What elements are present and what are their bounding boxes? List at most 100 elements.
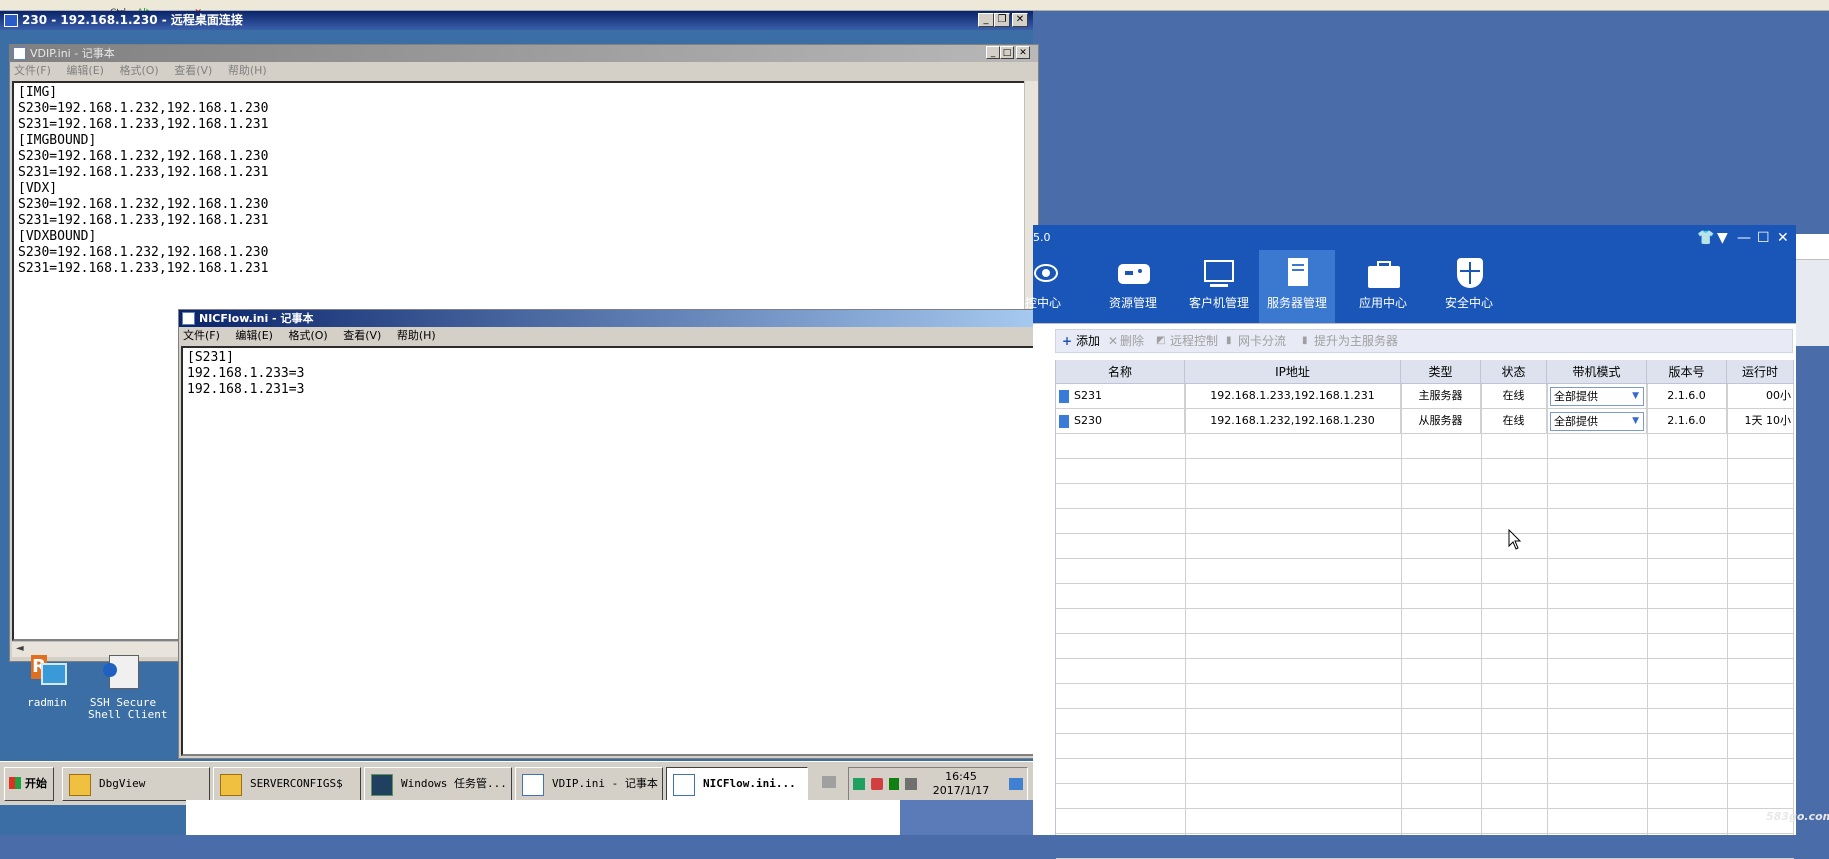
- minimize-button[interactable]: _: [978, 13, 994, 27]
- taskbar-button-vdip[interactable]: VDIP.ini - 记事本: [515, 767, 663, 801]
- remote-desktop-surface: VDIP.ini - 记事本 _ □ ✕ 文件(F) 编辑(E) 格式(O) 查…: [6, 41, 1039, 835]
- shield-icon: [1452, 258, 1486, 288]
- menu-file[interactable]: 文件(F): [14, 64, 51, 77]
- dropdown-menu-icon[interactable]: ▼: [1717, 231, 1728, 245]
- promote-master-button[interactable]: 提升为主服务器: [1314, 330, 1398, 352]
- menu-view[interactable]: 查看(V): [174, 64, 212, 77]
- taskbar-button-serverconfigs[interactable]: SERVERCONFIGS$: [213, 767, 361, 801]
- column-header-mode[interactable]: 带机模式: [1547, 360, 1647, 384]
- column-header-name[interactable]: 名称: [1056, 360, 1185, 384]
- cell-ip: 192.168.1.233,192.168.1.231: [1185, 384, 1401, 409]
- nic-split-button[interactable]: 网卡分流: [1238, 330, 1286, 352]
- mode-select[interactable]: 全部提供 ▼: [1550, 387, 1644, 406]
- cell-ip: 192.168.1.232,192.168.1.230: [1185, 409, 1401, 434]
- mode-select[interactable]: 全部提供 ▼: [1550, 412, 1644, 431]
- column-header-ip[interactable]: IP地址: [1185, 360, 1401, 384]
- taskbar-label: NICFlow.ini...: [703, 777, 796, 790]
- maximize-icon[interactable]: ☐: [1757, 231, 1770, 245]
- server-icon: [1280, 258, 1314, 288]
- show-desktop-icon[interactable]: [1009, 778, 1023, 790]
- start-button[interactable]: 开始: [4, 767, 54, 801]
- vdip-maximize-button[interactable]: □: [1000, 46, 1014, 59]
- system-tray: 16:45 2017/1/17: [848, 767, 1028, 801]
- cell-type: 从服务器: [1401, 409, 1481, 434]
- cell-type: 主服务器: [1401, 384, 1481, 409]
- nav-server-management[interactable]: 服务器管理: [1259, 250, 1335, 323]
- menu-file[interactable]: 文件(F): [183, 329, 220, 342]
- nav-label: 应用中心: [1358, 296, 1407, 310]
- cell-version: 2.1.6.0: [1647, 409, 1727, 434]
- desktop-icon-radmin[interactable]: R radmin: [12, 653, 82, 709]
- taskbar-button-nicflow[interactable]: NICFlow.ini...: [666, 767, 808, 801]
- notepad-icon: [673, 774, 695, 796]
- menu-view[interactable]: 查看(V): [343, 329, 381, 342]
- skin-icon[interactable]: 👕: [1697, 231, 1714, 245]
- nicflow-text-area[interactable]: [S231] 192.168.1.233=3 192.168.1.231=3: [181, 346, 1036, 756]
- empty-table-row: [1056, 809, 1794, 834]
- close-icon[interactable]: ✕: [1777, 231, 1789, 245]
- column-header-uptime[interactable]: 运行时: [1727, 360, 1794, 384]
- vdip-close-button[interactable]: ✕: [1016, 46, 1030, 59]
- row-name-text: S230: [1074, 414, 1102, 427]
- menu-edit[interactable]: 编辑(E): [66, 64, 104, 77]
- divider: [1033, 323, 1796, 324]
- delete-icon: ✕: [1108, 334, 1119, 348]
- volume-muted-icon[interactable]: [871, 778, 883, 790]
- nav-security-center[interactable]: 安全中心: [1431, 250, 1507, 323]
- nicflow-notepad-window[interactable]: NICFlow.ini - 记事本 文件(F) 编辑(E) 格式(O) 查看(V…: [178, 309, 1039, 759]
- nav-label: 安全中心: [1444, 296, 1493, 310]
- network-icon[interactable]: [853, 778, 865, 790]
- clock-date[interactable]: 2017/1/17: [929, 784, 993, 797]
- table-row[interactable]: S230 192.168.1.232,192.168.1.230 从服务器 在线…: [1056, 409, 1794, 434]
- nav-resource-management[interactable]: 资源管理: [1095, 250, 1171, 323]
- taskbar-button-dbgview[interactable]: DbgView: [62, 767, 210, 801]
- vdip-minimize-button[interactable]: _: [986, 46, 1000, 59]
- empty-table-row: [1056, 784, 1794, 809]
- keyboard-icon[interactable]: [822, 776, 836, 788]
- server-row-icon: [1059, 390, 1069, 403]
- cell-status: 在线: [1481, 384, 1547, 409]
- promote-icon: ▮: [1302, 335, 1308, 346]
- menu-format[interactable]: 格式(O): [119, 64, 158, 77]
- column-header-status[interactable]: 状态: [1481, 360, 1547, 384]
- nav-label: 资源管理: [1108, 296, 1157, 310]
- menu-format[interactable]: 格式(O): [288, 329, 327, 342]
- cell-name: S230: [1056, 409, 1185, 434]
- rdp-title: 230 - 192.168.1.230 - 远程桌面连接: [22, 13, 243, 27]
- eye-icon: [1026, 258, 1060, 288]
- add-button[interactable]: 添加: [1076, 330, 1100, 352]
- table-row[interactable]: S231 192.168.1.233,192.168.1.231 主服务器 在线…: [1056, 384, 1794, 409]
- notepad-icon: [13, 47, 26, 60]
- restore-button[interactable]: ❐: [994, 13, 1010, 27]
- app-header: 5.0 控中心 资源管理 客户机管理 服务器管理 应用中心 安全中心 👕 ▼ —…: [1025, 225, 1796, 323]
- status-green-icon[interactable]: [889, 778, 899, 790]
- empty-table-row: [1056, 759, 1794, 784]
- menu-edit[interactable]: 编辑(E): [235, 329, 273, 342]
- close-button[interactable]: ✕: [1012, 13, 1028, 27]
- column-header-version[interactable]: 版本号: [1647, 360, 1727, 384]
- empty-table-row: [1056, 684, 1794, 709]
- menu-help[interactable]: 帮助(H): [228, 64, 267, 77]
- column-header-type[interactable]: 类型: [1401, 360, 1481, 384]
- nav-control-center[interactable]: 控中心: [1005, 250, 1081, 323]
- remote-control-button[interactable]: 远程控制: [1170, 330, 1218, 352]
- empty-table-row: [1056, 834, 1794, 859]
- rdp-titlebar: 230 - 192.168.1.230 - 远程桌面连接: [0, 11, 1033, 30]
- empty-table-row: [1056, 634, 1794, 659]
- nav-app-center[interactable]: 应用中心: [1345, 250, 1421, 323]
- empty-table-row: [1056, 459, 1794, 484]
- background-window-strip-2: [900, 800, 1033, 835]
- delete-button[interactable]: 删除: [1120, 330, 1144, 352]
- remote-desktop-window: 230 - 192.168.1.230 - 远程桌面连接 _ ❐ ✕ VDIP.…: [0, 11, 1039, 835]
- cell-version: 2.1.6.0: [1647, 384, 1727, 409]
- clock-time[interactable]: 16:45: [933, 770, 989, 783]
- nav-client-management[interactable]: 客户机管理: [1181, 250, 1257, 323]
- minimize-icon[interactable]: —: [1737, 231, 1751, 245]
- device-icon[interactable]: [905, 778, 917, 790]
- empty-table-row: [1056, 659, 1794, 684]
- gamepad-icon: [1116, 258, 1150, 288]
- desktop-icon-ssh-client[interactable]: SSH Secure Shell Client: [88, 653, 167, 721]
- menu-help[interactable]: 帮助(H): [397, 329, 436, 342]
- taskbar-button-task-manager[interactable]: Windows 任务管...: [364, 767, 512, 801]
- ssh-client-icon: [103, 653, 143, 693]
